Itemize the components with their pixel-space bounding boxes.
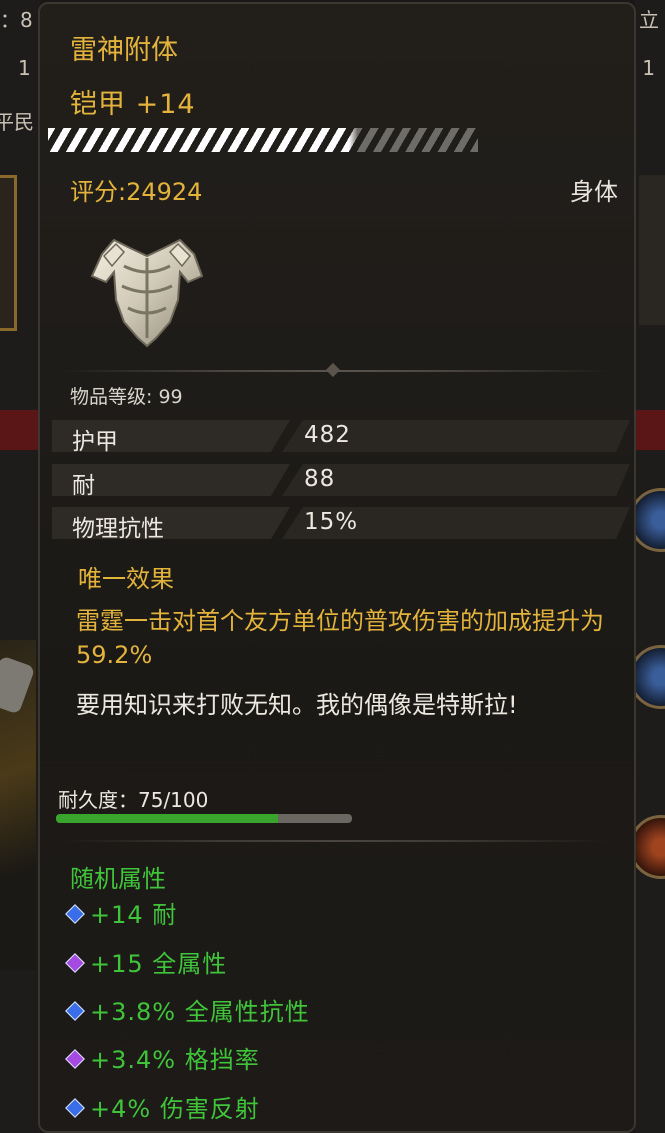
durability-fill — [56, 814, 278, 823]
background-text: 立 — [639, 8, 659, 32]
affix-text: +3.8% 全属性抗性 — [90, 998, 310, 1026]
stat-name: 耐 — [72, 473, 95, 499]
unique-effect-description: 雷霆一击对首个友方单位的普攻伤害的加成提升为 59.2% — [76, 607, 604, 669]
background-slot-frame[interactable] — [639, 175, 665, 325]
background-text: ：8 — [0, 8, 33, 32]
stat-name: 护甲 — [72, 429, 118, 455]
background-text: 1 — [642, 56, 655, 80]
blue-gem-icon — [65, 1001, 85, 1021]
item-slot: 身体 — [570, 178, 618, 206]
affix-text: +4% 伤害反射 — [90, 1095, 260, 1123]
stat-value: 482 — [304, 422, 351, 448]
item-level: 物品等级: 99 — [70, 386, 183, 408]
item-tooltip: 雷神附体 铠甲 +14 评分:24924 身体 物品等级: 99 护甲 482 … — [38, 2, 636, 1133]
stat-name: 物理抗性 — [72, 516, 164, 542]
durability-label: 耐久度：75/100 — [58, 788, 209, 812]
stat-row: 耐 88 — [52, 462, 630, 499]
affix-text: +3.4% 格挡率 — [90, 1046, 260, 1074]
stat-row: 护甲 482 — [52, 418, 630, 455]
item-name: 雷神附体 — [70, 35, 178, 66]
blue-gem-icon — [65, 1098, 85, 1118]
purple-gem-icon — [65, 1049, 85, 1069]
stat-value: 15% — [304, 509, 359, 535]
background-banner — [635, 410, 665, 450]
chest-armor-icon — [90, 238, 204, 348]
background-right-panel — [635, 0, 665, 1133]
background-text: 1 — [18, 56, 31, 80]
stat-row: 物理抗性 15% — [52, 505, 630, 542]
affix-text: +15 全属性 — [90, 950, 228, 978]
item-score: 评分:24924 — [70, 178, 203, 206]
stat-value: 88 — [304, 466, 336, 492]
rarity-stripe-bar — [48, 128, 478, 152]
affix-text: +14 耐 — [90, 901, 178, 929]
unique-effect-heading: 唯一效果 — [78, 565, 174, 593]
durability-bar — [56, 814, 352, 823]
blue-gem-icon — [65, 904, 85, 924]
item-type: 铠甲 +14 — [70, 89, 196, 120]
background-slot-frame[interactable] — [0, 175, 17, 331]
background-text: 平民 — [0, 110, 34, 134]
random-attributes-heading: 随机属性 — [70, 865, 166, 893]
background-banner — [0, 410, 40, 450]
divider — [60, 840, 610, 842]
divider-ornament — [325, 362, 341, 378]
purple-gem-icon — [65, 953, 85, 973]
flavor-text: 要用知识来打败无知。我的偶像是特斯拉! — [76, 691, 518, 719]
